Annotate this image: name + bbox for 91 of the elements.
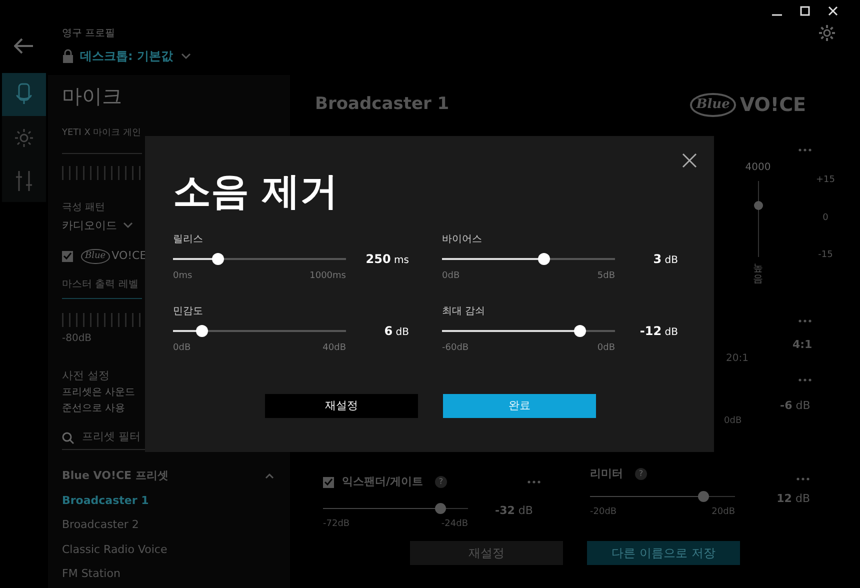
close-icon[interactable] [682, 153, 697, 168]
slider[interactable] [323, 502, 468, 514]
preset-title: Broadcaster 1 [315, 93, 450, 116]
done-button[interactable]: 완료 [443, 394, 596, 418]
axis-tick-label: +15 [816, 174, 835, 187]
slider[interactable] [173, 324, 346, 336]
microphone-icon [16, 82, 32, 106]
more-icon[interactable] [798, 148, 812, 152]
slider-value: 250 ms [366, 251, 409, 268]
axis-tick-label: 0 [822, 212, 828, 224]
slider-max-label: 5dB [597, 270, 615, 283]
check-icon [63, 252, 72, 260]
preset-item[interactable]: Classic Radio Voice [62, 542, 168, 558]
more-icon[interactable] [798, 378, 812, 382]
slider-value: 12 dB [776, 490, 810, 506]
gain-label: YETI X 마이크 게인 [62, 127, 142, 140]
brand-logo: Blue [81, 248, 110, 264]
section-title: 익스팬더/게이트 [342, 474, 424, 490]
section-title: 리미터 [590, 466, 623, 482]
axis-tick-label: -15 [818, 249, 833, 262]
preset-item[interactable]: Broadcaster 2 [62, 517, 139, 534]
preset-item[interactable]: Broadcaster 1 [62, 492, 149, 509]
nav-tab[interactable] [2, 73, 46, 116]
voice-logo-text: VO!CE [740, 92, 806, 118]
brand-logo: Blue [690, 93, 736, 117]
slider-value: -12 dB [640, 322, 678, 340]
vertical-slider[interactable] [752, 181, 764, 257]
panel-title: 마이크 [62, 83, 122, 110]
slider[interactable] [442, 253, 615, 265]
voice-label: VO!CE [112, 248, 147, 264]
slider-min-label: -72dB [323, 518, 350, 530]
slider-value: 6 dB [384, 322, 409, 340]
polar-dropdown[interactable]: 카디오이드 [62, 218, 133, 234]
slider-value: 3 dB [653, 251, 678, 268]
more-icon[interactable] [527, 480, 542, 484]
slider-max-label: 0dB [597, 342, 615, 354]
filter-field[interactable]: 프리셋 필터 [82, 429, 144, 446]
presets-description: 프리셋은 사운드 [62, 386, 136, 400]
chevron-down-icon [180, 52, 191, 60]
reset-button[interactable]: 재설정 [265, 394, 418, 418]
preset-item[interactable]: FM Station [62, 566, 120, 582]
gain-min-label: 0dB [724, 414, 742, 428]
slider[interactable] [442, 324, 615, 336]
checkbox[interactable] [323, 476, 334, 488]
gain-value: -6 dB [780, 398, 810, 414]
more-icon[interactable] [796, 477, 810, 482]
save-as-button[interactable]: 다른 이름으로 저장 [587, 541, 740, 565]
slider-min-label: -20dB [590, 506, 617, 518]
reset-button[interactable]: 재설정 [410, 541, 563, 565]
checkbox[interactable] [62, 250, 73, 262]
lock-icon [62, 49, 74, 63]
profile-label: 영구 프로필 [62, 27, 116, 41]
slider-label: 민감도 [173, 304, 203, 318]
back-arrow-icon[interactable] [14, 38, 34, 54]
more-icon[interactable] [798, 319, 812, 323]
ratio-min-label: 20:1 [726, 352, 748, 366]
slider-value: -32 dB [495, 502, 533, 518]
presets-title: 사전 설정 [62, 368, 110, 384]
presets-description: 준선으로 사용 [62, 402, 126, 416]
profile-dropdown[interactable]: 데스크톱: 기본값 [80, 47, 191, 65]
slider-max-label: 20dB [712, 506, 735, 518]
slider[interactable] [173, 253, 346, 265]
dialog-title: 소음 제거 [173, 168, 340, 215]
frequency-label: 4000 [745, 161, 771, 175]
settings-icon[interactable] [818, 24, 836, 42]
sliders-icon [15, 170, 33, 192]
slider-label: 릴리스 [173, 233, 203, 247]
slider[interactable] [590, 490, 735, 502]
chevron-up-icon [265, 473, 274, 480]
check-icon [324, 478, 333, 486]
ratio-value: 4:1 [792, 337, 812, 353]
output-label: 마스터 출력 레벨 [62, 278, 138, 292]
maximize-icon[interactable] [800, 6, 810, 16]
slider-label: 최대 감쇠 [442, 304, 486, 318]
slider-min-label: 0ms [173, 270, 192, 283]
sun-icon [14, 128, 34, 148]
preset-group-header[interactable]: Blue VO!CE 프리셋 [62, 468, 274, 484]
slider-max-label: 40dB [322, 342, 346, 354]
chevron-down-icon [123, 222, 133, 230]
search-icon [62, 432, 74, 444]
slider-min-label: 0dB [442, 270, 460, 283]
help-icon[interactable]: ? [435, 476, 448, 488]
slider-max-label: -24dB [441, 518, 468, 530]
polar-label: 극성 패턴 [62, 200, 106, 214]
band-label: 높음 [753, 263, 763, 285]
help-icon[interactable]: ? [635, 468, 647, 480]
slider-label: 바이어스 [442, 233, 482, 247]
slider-min-label: 0dB [173, 342, 191, 354]
slider-min-label: -60dB [442, 342, 469, 354]
meter-min-label: -80dB [62, 332, 92, 346]
slider-max-label: 1000ms [310, 270, 346, 283]
